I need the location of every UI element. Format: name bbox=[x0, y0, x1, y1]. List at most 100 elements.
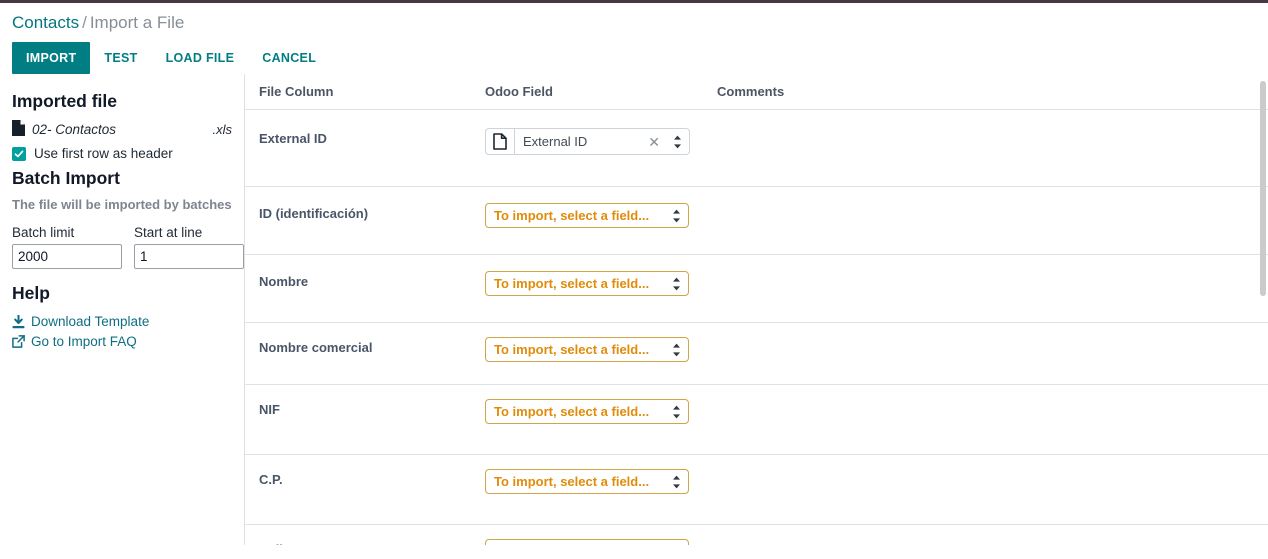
cell-odoo-field: To import, select a field... bbox=[471, 322, 703, 385]
odoo-field-mapped-widget[interactable]: External ID ✕ bbox=[485, 128, 690, 155]
import-faq-label: Go to Import FAQ bbox=[31, 334, 137, 349]
cell-file-column: Nombre comercial bbox=[245, 322, 471, 385]
load-file-button[interactable]: LOAD FILE bbox=[152, 43, 249, 73]
table-row: Nombre To import, select a field... bbox=[245, 254, 1268, 323]
cell-comments bbox=[703, 454, 1268, 525]
odoo-field-placeholder: To import, select a field... bbox=[494, 474, 650, 489]
cell-comments bbox=[703, 384, 1268, 455]
cell-comments bbox=[703, 109, 1268, 187]
spinner-chevrons-icon[interactable] bbox=[671, 276, 682, 292]
batch-limit-group: Batch limit bbox=[12, 225, 122, 269]
cell-comments bbox=[703, 322, 1268, 385]
main-layout: Imported file 02- Contactos .xls Use fir… bbox=[0, 74, 1268, 545]
import-faq-link[interactable]: Go to Import FAQ bbox=[12, 332, 232, 351]
cell-odoo-field: To import, select a field... bbox=[471, 384, 703, 455]
breadcrumb-current: Import a File bbox=[89, 13, 185, 32]
odoo-field-placeholder: To import, select a field... bbox=[494, 208, 650, 223]
spinner-chevrons-icon[interactable] bbox=[671, 208, 682, 224]
cell-file-column: NIF bbox=[245, 384, 471, 455]
file-icon bbox=[12, 120, 25, 139]
cell-odoo-field: To import, select a field... bbox=[471, 254, 703, 323]
file-column-label: Nombre bbox=[259, 274, 309, 289]
odoo-field-select[interactable]: To import, select a field... bbox=[485, 203, 689, 228]
cell-file-column: Nombre bbox=[245, 254, 471, 323]
file-column-label: C.P. bbox=[259, 472, 283, 487]
table-body: External ID External ID ✕ ID (identificació… bbox=[245, 109, 1268, 545]
odoo-field-select[interactable]: To import, select a field... bbox=[485, 271, 689, 296]
cancel-button[interactable]: CANCEL bbox=[248, 43, 330, 73]
breadcrumb: Contacts / Import a File bbox=[0, 3, 1268, 34]
odoo-field-select[interactable]: To import, select a field... bbox=[485, 469, 689, 494]
header-comments: Comments bbox=[703, 74, 1268, 110]
test-button[interactable]: TEST bbox=[90, 43, 151, 73]
odoo-field-select[interactable]: External ID ✕ bbox=[514, 128, 690, 155]
imported-file-extension: .xls bbox=[212, 122, 233, 137]
cell-odoo-field: To import, select a field... bbox=[471, 454, 703, 525]
import-button[interactable]: IMPORT bbox=[12, 42, 91, 74]
cell-odoo-field: To import, select a field... bbox=[471, 186, 703, 255]
start-at-line-group: Start at line bbox=[134, 225, 244, 269]
download-template-link[interactable]: Download Template bbox=[12, 312, 232, 331]
file-column-label: Nombre comercial bbox=[259, 340, 373, 355]
odoo-field-placeholder: To import, select a field... bbox=[494, 544, 649, 545]
start-at-line-label: Start at line bbox=[134, 225, 203, 240]
cell-comments bbox=[703, 186, 1268, 255]
file-column-label: ID (identificación) bbox=[259, 206, 369, 221]
file-column-label: Calle bbox=[259, 542, 471, 545]
table-row: External ID External ID ✕ bbox=[245, 109, 1268, 187]
table-row: Calle To import, select a field... bbox=[245, 524, 1268, 545]
breadcrumb-separator: / bbox=[82, 13, 87, 32]
imported-file-name: 02- Contactos bbox=[32, 122, 117, 137]
table-head: File Column Odoo Field Comments bbox=[245, 74, 1268, 110]
header-file-column: File Column bbox=[245, 74, 471, 110]
odoo-field-placeholder: To import, select a field... bbox=[494, 276, 650, 291]
table-row: Nombre comercial To import, select a fiel… bbox=[245, 322, 1268, 385]
odoo-field-placeholder: To import, select a field... bbox=[494, 404, 650, 419]
checkbox-checked-icon[interactable] bbox=[12, 146, 26, 161]
imported-file-row: 02- Contactos .xls bbox=[12, 120, 232, 139]
cell-file-column: Calle bbox=[245, 524, 471, 545]
cell-odoo-field: To import, select a field... bbox=[471, 524, 703, 545]
cell-file-column: External ID bbox=[245, 109, 471, 187]
action-toolbar: IMPORT TEST LOAD FILE CANCEL bbox=[0, 34, 1268, 74]
download-icon bbox=[12, 314, 27, 329]
breadcrumb-contacts-link[interactable]: Contacts bbox=[12, 13, 79, 32]
cell-odoo-field: External ID ✕ bbox=[471, 109, 703, 187]
spinner-chevrons-icon[interactable] bbox=[671, 474, 682, 490]
use-first-row-as-header-label: Use first row as header bbox=[34, 146, 173, 161]
batch-fields: Batch limit Start at line bbox=[12, 225, 244, 269]
vertical-scrollbar-thumb[interactable] bbox=[1260, 81, 1266, 296]
odoo-field-select[interactable]: To import, select a field... bbox=[485, 337, 689, 362]
column-mapping-panel: File Column Odoo Field Comments External… bbox=[245, 74, 1268, 545]
start-at-line-input[interactable] bbox=[134, 244, 244, 269]
batch-import-title: Batch Import bbox=[12, 168, 120, 188]
batch-import-note: The file will be imported by batches bbox=[12, 197, 232, 212]
odoo-field-value: External ID bbox=[523, 134, 588, 149]
batch-limit-label: Batch limit bbox=[12, 225, 75, 240]
help-links: Download Template Go to Import FAQ bbox=[12, 312, 232, 351]
cell-file-column: C.P. bbox=[245, 454, 471, 525]
table-header-row: File Column Odoo Field Comments bbox=[245, 74, 1268, 110]
table-row: C.P. To import, select a field... bbox=[245, 454, 1268, 525]
cell-comments bbox=[703, 254, 1268, 323]
batch-limit-input[interactable] bbox=[12, 244, 122, 269]
clear-field-icon[interactable]: ✕ bbox=[648, 135, 660, 149]
download-template-label: Download Template bbox=[31, 314, 150, 329]
odoo-field-select[interactable]: To import, select a field... bbox=[485, 399, 689, 424]
sidebar: Imported file 02- Contactos .xls Use fir… bbox=[0, 74, 245, 545]
imported-file-title: Imported file bbox=[12, 91, 118, 111]
spinner-chevrons-icon[interactable] bbox=[672, 134, 683, 150]
table-row: NIF To import, select a field... bbox=[245, 384, 1268, 455]
file-column-label: External ID bbox=[259, 131, 327, 146]
table-row: ID (identificación) To import, select a f… bbox=[245, 186, 1268, 255]
help-title: Help bbox=[12, 283, 50, 303]
odoo-field-select[interactable]: To import, select a field... bbox=[485, 539, 689, 545]
spinner-chevrons-icon[interactable] bbox=[671, 342, 682, 358]
spinner-chevrons-icon[interactable] bbox=[671, 544, 682, 546]
spinner-chevrons-icon[interactable] bbox=[671, 404, 682, 420]
use-first-row-as-header-row[interactable]: Use first row as header bbox=[12, 146, 232, 161]
odoo-field-placeholder: To import, select a field... bbox=[494, 342, 650, 357]
file-column-label: NIF bbox=[259, 402, 280, 417]
header-odoo-field: Odoo Field bbox=[471, 74, 703, 110]
document-icon bbox=[485, 128, 514, 155]
